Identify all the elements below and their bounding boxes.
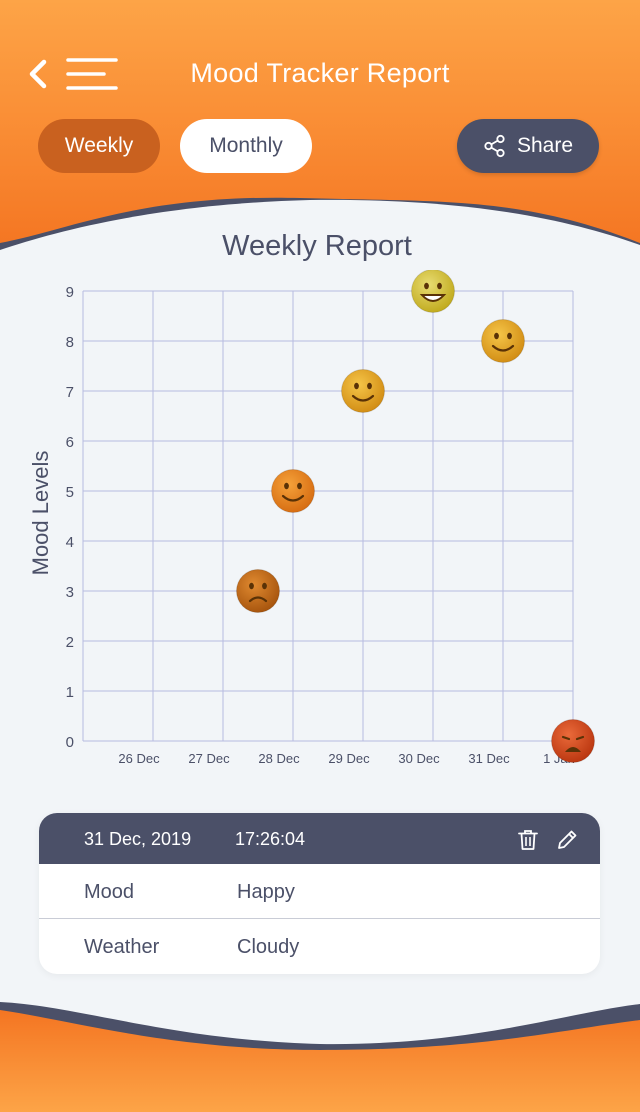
share-label: Share: [516, 134, 574, 157]
chevron-left-icon: [29, 59, 47, 89]
entry-row-label: Weather: [84, 936, 160, 958]
back-button[interactable]: [22, 54, 62, 94]
y-tick-labels: 0 1 2 3 4 5 6 7 8 9: [66, 284, 74, 751]
y-tick-label: 2: [66, 634, 74, 651]
entry-row-label: Mood: [84, 881, 135, 903]
grinning-face-icon[interactable]: [411, 270, 455, 313]
chart-title: Weekly Report: [222, 230, 412, 262]
tab-weekly-label: Weekly: [64, 134, 134, 157]
footer-wave: [0, 998, 640, 1112]
x-tick-label: 27 Dec: [188, 751, 230, 766]
x-tick-label: 29 Dec: [328, 751, 370, 766]
pencil-icon: [558, 830, 577, 849]
y-tick-label: 0: [66, 734, 74, 751]
entry-date: 31 Dec, 2019: [84, 829, 192, 849]
x-tick-label: 30 Dec: [398, 751, 440, 766]
menu-button[interactable]: [66, 56, 118, 92]
y-tick-label: 8: [66, 334, 74, 351]
tab-weekly[interactable]: Weekly: [38, 119, 160, 173]
y-tick-label: 5: [66, 484, 74, 501]
x-tick-label: 26 Dec: [118, 751, 160, 766]
slightly-smiling-face-icon[interactable]: [271, 469, 315, 513]
weary-face-icon[interactable]: [551, 719, 595, 763]
y-tick-label: 3: [66, 584, 74, 601]
tab-monthly-label: Monthly: [209, 134, 283, 157]
y-tick-label: 6: [66, 434, 74, 451]
entry-row-weather: Weather Cloudy: [39, 918, 600, 973]
delete-button[interactable]: [517, 829, 539, 851]
x-tick-labels: 26 Dec 27 Dec 28 Dec 29 Dec 30 Dec 31 Dec 1 Ja…: [118, 751, 575, 766]
edit-button[interactable]: [556, 829, 578, 851]
share-button[interactable]: Share: [457, 119, 599, 173]
x-tick-label: 31 Dec: [468, 751, 510, 766]
entry-time: 17:26:04: [235, 829, 306, 849]
entry-header: 31 Dec, 2019 17:26:04: [39, 813, 600, 864]
entry-row-mood: Mood Happy: [39, 864, 600, 918]
tab-monthly[interactable]: Monthly: [180, 119, 312, 173]
y-tick-label: 1: [66, 684, 74, 701]
smiling-face-icon[interactable]: [481, 319, 525, 363]
smiling-face-icon[interactable]: [341, 369, 385, 413]
trash-icon: [518, 830, 538, 850]
entry-row-value: Happy: [237, 881, 295, 903]
y-tick-label: 7: [66, 384, 74, 401]
mood-chart: 0 1 2 3 4 5 6 7 8 9 26 Dec 27 Dec 28 Dec 29 Dec 30 De…: [66, 270, 595, 766]
share-icon: [484, 134, 505, 158]
chart-points: [236, 270, 595, 763]
x-tick-label: 28 Dec: [258, 751, 300, 766]
hamburger-menu-icon: [66, 58, 118, 90]
mood-entry-card: 31 Dec, 2019 17:26:04 Mood Happy Weather…: [39, 813, 600, 974]
entry-row-value: Cloudy: [237, 936, 300, 958]
page-title: Mood Tracker Report: [190, 58, 450, 88]
header: Mood Tracker Report Weekly Monthly Share: [0, 0, 640, 250]
frowning-face-icon[interactable]: [236, 569, 280, 613]
y-tick-label: 9: [66, 284, 74, 301]
y-tick-label: 4: [66, 534, 74, 551]
